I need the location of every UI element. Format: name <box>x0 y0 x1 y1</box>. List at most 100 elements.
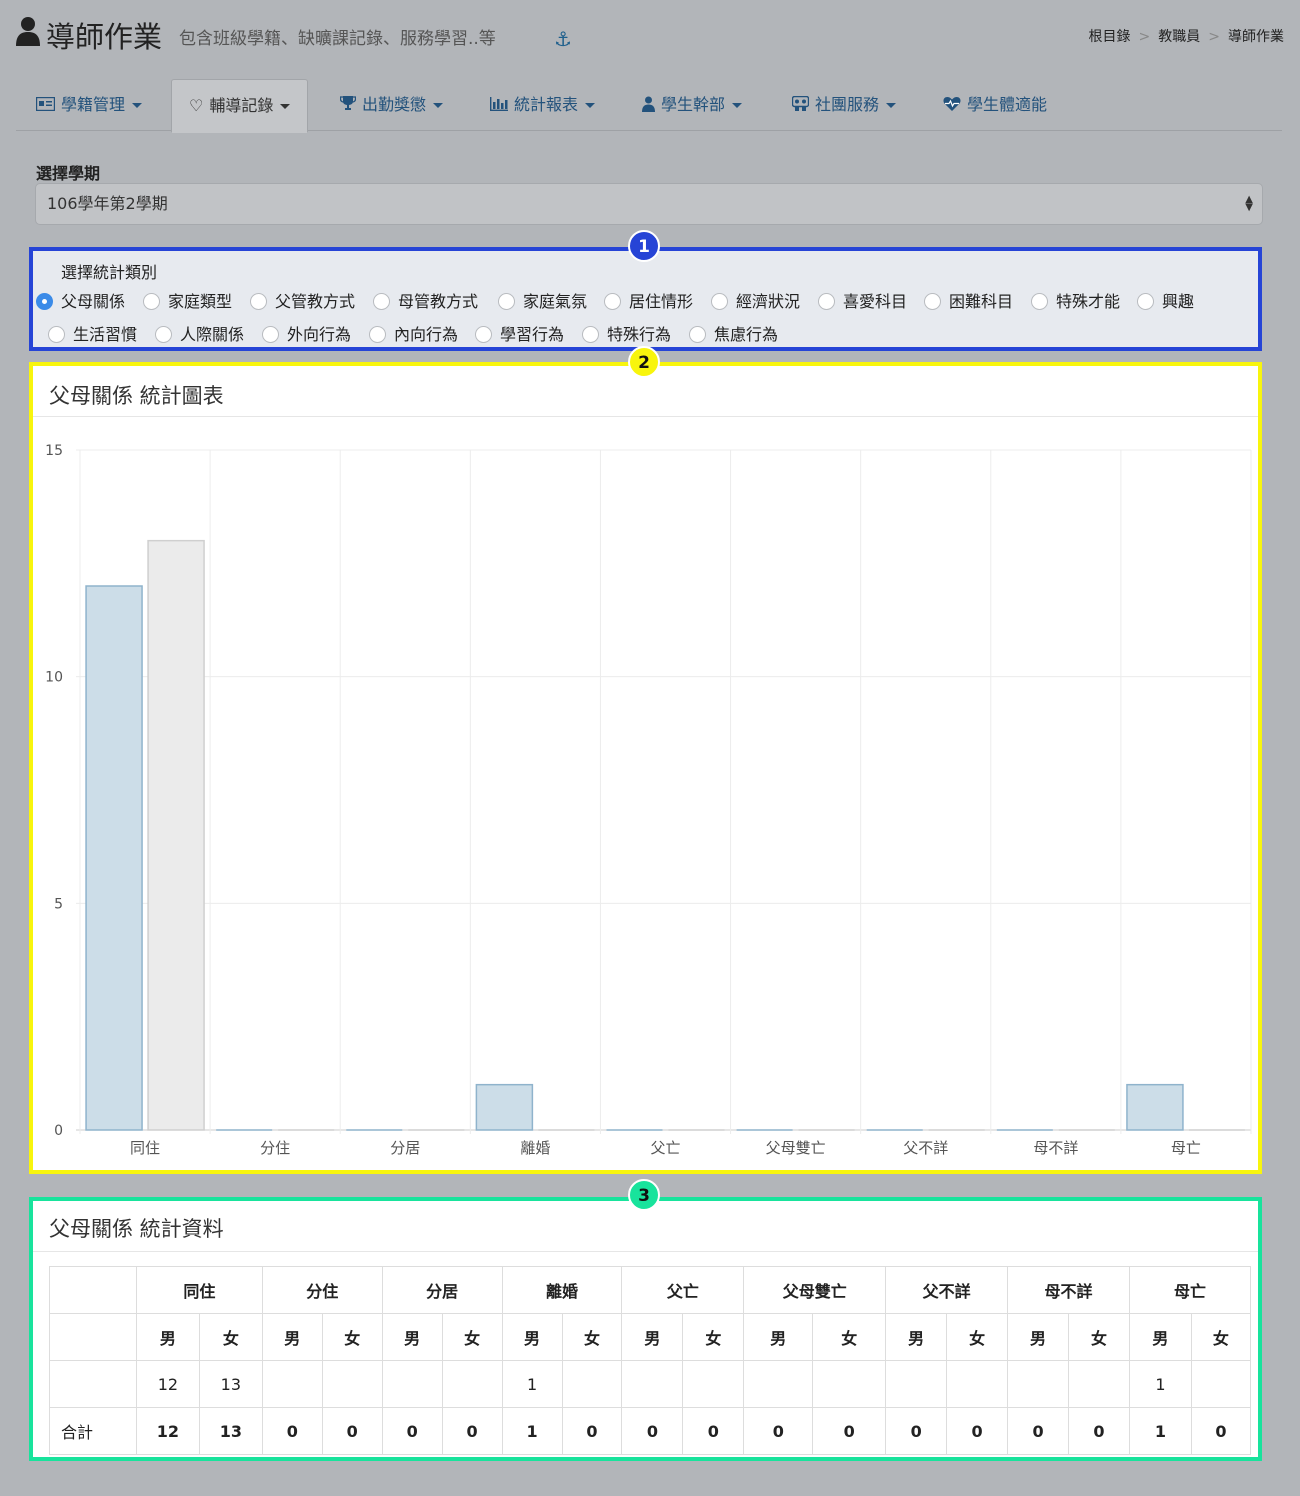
x-tick-label: 離婚 <box>520 1139 550 1157</box>
chart-bar <box>475 1083 534 1131</box>
radio-label: 困難科目 <box>949 292 1014 311</box>
table-cell <box>1007 1360 1069 1408</box>
breadcrumb-staff[interactable]: 教職員 <box>1158 29 1200 45</box>
gender-header: 男 <box>501 1313 563 1361</box>
y-tick-label: 0 <box>54 1123 63 1139</box>
breadcrumb-current: 導師作業 <box>1228 29 1284 45</box>
radio-unchecked-icon[interactable] <box>155 326 172 343</box>
table-cell: 1 <box>1128 1360 1192 1408</box>
annotation-badge-1: 1 <box>628 230 660 262</box>
trophy-icon <box>340 96 356 110</box>
caret-down-icon <box>433 103 444 108</box>
gender-header: 男 <box>261 1313 323 1361</box>
table-cell <box>885 1360 948 1408</box>
radio-unchecked-icon[interactable] <box>373 293 390 310</box>
total-cell: 0 <box>1068 1407 1130 1455</box>
caret-down-icon <box>132 103 143 108</box>
gender-header: 女 <box>321 1313 383 1361</box>
radio-unchecked-icon[interactable] <box>1031 293 1048 310</box>
total-cell: 0 <box>261 1407 323 1455</box>
total-cell: 12 <box>135 1407 200 1455</box>
table-cell <box>743 1360 814 1408</box>
semester-select-value: 106學年第2學期 <box>47 194 168 213</box>
total-cell: 0 <box>812 1407 887 1455</box>
table-corner-cell <box>49 1266 137 1314</box>
semester-select[interactable]: 106學年第2學期 ▲ ▼ <box>35 183 1263 225</box>
radio-unchecked-icon[interactable] <box>48 326 65 343</box>
table-cell: 12 <box>135 1360 200 1408</box>
radio-unchecked-icon[interactable] <box>498 293 515 310</box>
radio-unchecked-icon[interactable] <box>475 326 492 343</box>
total-cell: 0 <box>1007 1407 1069 1455</box>
y-tick-label: 10 <box>45 670 63 686</box>
radio-checked-icon[interactable] <box>36 293 53 310</box>
tab-physical-fitness[interactable]: 學生體適能 <box>943 78 1047 131</box>
gender-header: 男 <box>743 1313 814 1361</box>
table-cell <box>1190 1360 1252 1408</box>
radio-unchecked-icon[interactable] <box>262 326 279 343</box>
column-header: 父亡 <box>621 1266 745 1314</box>
annotation-badge-3: 3 <box>628 1179 660 1211</box>
select-arrows-icon: ▲ ▼ <box>1245 194 1253 213</box>
tab-student-records[interactable]: 學籍管理 <box>36 78 143 131</box>
tab-label: 學生體適能 <box>967 95 1048 114</box>
table-subheader-row: 男女男女男女男女男女男女男女男女男女 <box>49 1313 1252 1361</box>
bar-chart: 0 5 10 15 同住 分住 分居 離婚 父亡 父母雙亡 父不詳 母不詳 母亡 <box>45 443 1252 1157</box>
group-icon <box>792 96 809 111</box>
caret-down-icon <box>585 103 596 108</box>
radio-unchecked-icon[interactable] <box>711 293 728 310</box>
x-tick-label: 父母雙亡 <box>766 1139 826 1157</box>
radio-unchecked-icon[interactable] <box>369 326 386 343</box>
radio-unchecked-icon[interactable] <box>689 326 706 343</box>
id-card-icon <box>36 97 55 111</box>
statistics-table: 同住 分住 分居 離婚 父亡 父母雙亡 父不詳 母不詳 母亡 男女男女男女男女男女男女男女男女男… <box>49 1266 1252 1455</box>
bar-chart-icon <box>490 97 508 111</box>
chart-panel: 父母關係 統計圖表 0 5 10 15 同住 分住 分居 離婚 父亡 父母雙亡 父不詳 母不詳 母亡 <box>29 362 1262 1174</box>
tab-label: 出勤獎懲 <box>362 95 427 114</box>
breadcrumb-separator: > <box>1138 29 1151 45</box>
table-cell: 13 <box>198 1360 263 1408</box>
total-cell: 0 <box>1190 1407 1252 1455</box>
radio-unchecked-icon[interactable] <box>604 293 621 310</box>
total-cell: 13 <box>198 1407 263 1455</box>
tab-counseling-records[interactable]: ♡ 輔導記錄 <box>171 79 309 133</box>
user-tie-icon <box>642 96 655 112</box>
total-cell: 1 <box>1128 1407 1192 1455</box>
table-cell <box>682 1360 745 1408</box>
table-corner-cell <box>49 1313 137 1361</box>
radio-unchecked-icon[interactable] <box>1137 293 1154 310</box>
nav-tabs: 學籍管理 ♡ 輔導記錄 出勤獎懲 統計報表 學生幹部 社團服務 學生體適能 <box>16 78 1282 133</box>
total-cell: 0 <box>885 1407 948 1455</box>
radio-label: 內向行為 <box>394 325 459 344</box>
caret-down-icon <box>732 103 743 108</box>
breadcrumb-root[interactable]: 根目錄 <box>1089 29 1131 45</box>
tab-attendance-rewards[interactable]: 出勤獎懲 <box>340 78 444 131</box>
table-total-row: 合計 12 13 0 0 0 0 1 0 0 0 0 0 0 0 0 0 1 0 <box>49 1407 1252 1455</box>
page-header: 導師作業 包含班級學籍、缺曠課記錄、服務學習..等 ⚓ 根目錄 > 教職員 > 導師作業 <box>16 12 1284 58</box>
tab-statistics-reports[interactable]: 統計報表 <box>490 78 596 131</box>
column-header: 母亡 <box>1128 1266 1252 1314</box>
total-cell: 0 <box>441 1407 503 1455</box>
tab-label: 統計報表 <box>514 95 579 114</box>
radio-unchecked-icon[interactable] <box>818 293 835 310</box>
radio-label: 家庭類型 <box>168 292 233 311</box>
gender-header: 男 <box>621 1313 684 1361</box>
radio-label: 生活習慣 <box>73 325 138 344</box>
radio-label: 喜愛科目 <box>843 292 908 311</box>
x-tick-label: 同住 <box>130 1139 160 1157</box>
radio-label: 居住情形 <box>629 292 694 311</box>
x-tick-label: 分住 <box>260 1139 290 1157</box>
tab-club-services[interactable]: 社團服務 <box>792 78 897 131</box>
anchor-icon[interactable]: ⚓ <box>554 27 572 51</box>
tab-student-officers[interactable]: 學生幹部 <box>642 78 743 131</box>
gender-header: 女 <box>946 1313 1009 1361</box>
radio-unchecked-icon[interactable] <box>250 293 267 310</box>
radio-label: 人際關係 <box>180 325 245 344</box>
radio-unchecked-icon[interactable] <box>143 293 160 310</box>
table-cell <box>946 1360 1009 1408</box>
gender-header: 男 <box>135 1313 200 1361</box>
radio-label: 焦慮行為 <box>714 325 779 344</box>
radio-unchecked-icon[interactable] <box>582 326 599 343</box>
radio-unchecked-icon[interactable] <box>924 293 941 310</box>
total-cell: 0 <box>743 1407 814 1455</box>
